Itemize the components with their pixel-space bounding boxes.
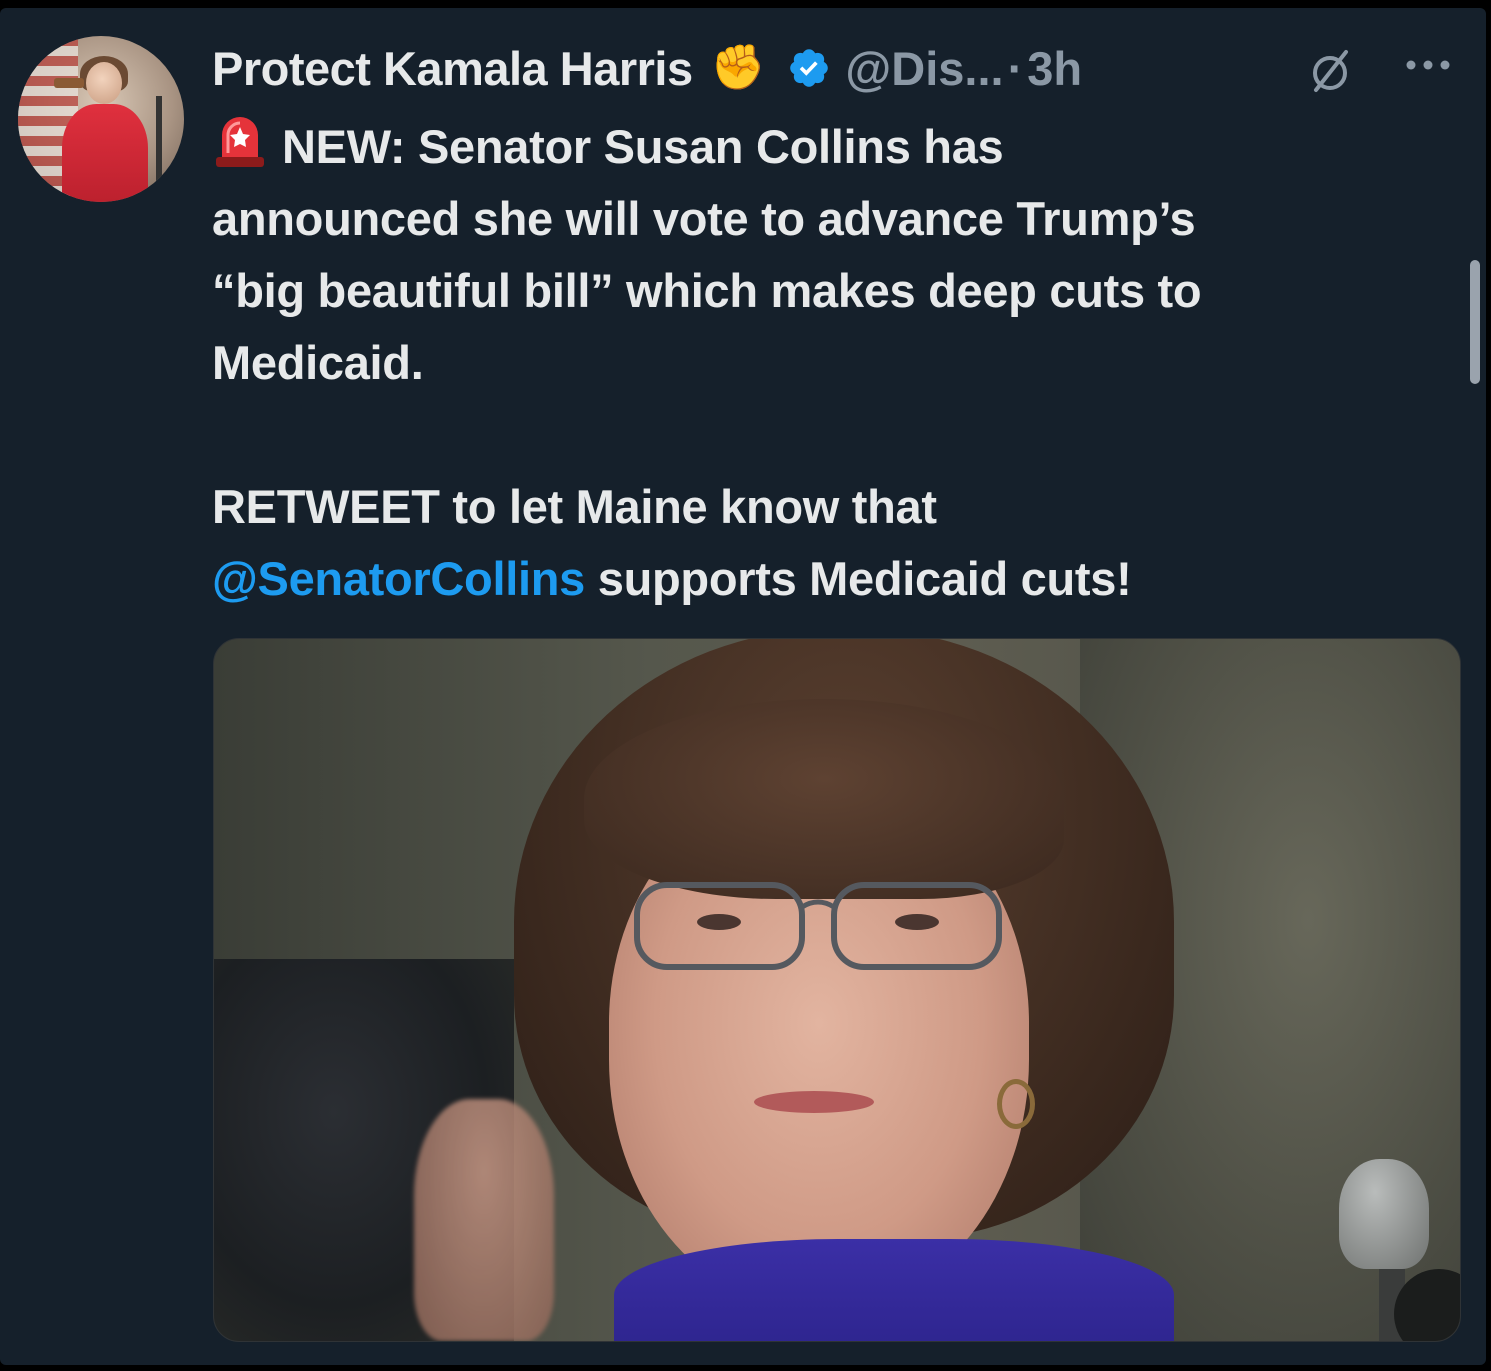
scrollbar-thumb[interactable]	[1470, 260, 1480, 384]
tweet-line-2: announced she will vote to advance Trump…	[212, 192, 1196, 245]
siren-emoji-icon	[216, 117, 264, 167]
screenshot-frame: Protect Kamala Harris ✊ @Dis... · 3h NEW…	[0, 0, 1491, 1371]
photo-blurred-hand	[414, 1099, 554, 1341]
mention-link[interactable]: @SenatorCollins	[212, 552, 585, 605]
author-avatar[interactable]	[18, 36, 184, 202]
photo-microphone	[1339, 1159, 1429, 1269]
tweet-timestamp[interactable]: 3h	[1027, 41, 1082, 96]
header-separator: ·	[1007, 41, 1024, 95]
tweet-line-1: NEW: Senator Susan Collins has	[212, 111, 1452, 183]
tweet-header: Protect Kamala Harris ✊ @Dis... · 3h	[212, 36, 1082, 100]
raised-fist-emoji-icon: ✊	[710, 43, 766, 92]
tweet-photo[interactable]	[213, 638, 1461, 1342]
tweet-line-3: “big beautiful bill” which makes deep cu…	[212, 264, 1202, 317]
tweet-line-6: @SenatorCollins supports Medicaid cuts!	[212, 543, 1452, 615]
avatar-red-dress	[62, 104, 148, 202]
photo-subject-earring	[997, 1079, 1035, 1129]
tweet-text: NEW: Senator Susan Collins has announced…	[212, 111, 1452, 615]
photo-subject-jacket	[614, 1239, 1174, 1341]
more-options-icon[interactable]	[1404, 58, 1452, 72]
photo-subject-glasses	[634, 882, 1002, 970]
author-display-name[interactable]: Protect Kamala Harris	[212, 41, 693, 96]
avatar-face	[86, 62, 122, 104]
tweet-line-1-text: NEW: Senator Susan Collins has	[282, 120, 1004, 173]
tweet-line-4: Medicaid.	[212, 336, 424, 389]
photo-subject-lips	[754, 1091, 874, 1113]
tweet-line-5: RETWEET to let Maine know that	[212, 480, 937, 533]
avatar-microphone	[156, 96, 162, 196]
author-handle[interactable]: @Dis...	[845, 41, 1003, 96]
verified-badge-icon[interactable]	[787, 46, 831, 90]
tweet-card[interactable]: Protect Kamala Harris ✊ @Dis... · 3h NEW…	[0, 8, 1486, 1365]
tweet-line-6-text: supports Medicaid cuts!	[585, 552, 1132, 605]
grok-icon[interactable]	[1306, 46, 1356, 96]
avatar-gavel	[54, 78, 84, 88]
